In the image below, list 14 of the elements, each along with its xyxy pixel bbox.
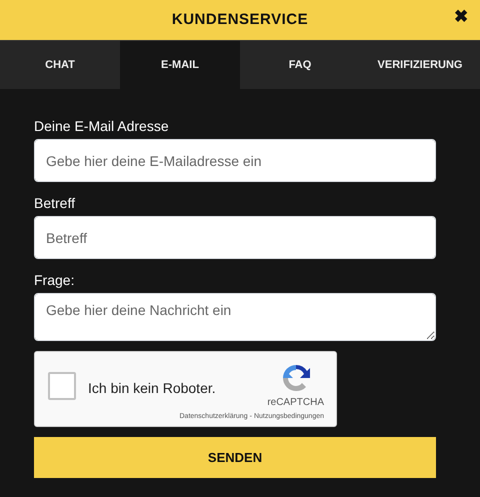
recaptcha-icon [280, 362, 312, 394]
input-field[interactable]: Gebe hier deine E-Mailadresse ein [34, 139, 436, 182]
checkbox[interactable] [48, 372, 76, 400]
captcha-brand: reCAPTCHA [267, 396, 324, 410]
captcha-label: Ich bin kein Roboter. [88, 379, 216, 398]
tab[interactable]: E-MAIL [120, 41, 240, 89]
close-button[interactable]: ✖ [454, 8, 468, 25]
field-label: Betreff [34, 194, 75, 213]
input-field[interactable]: Betreff [34, 216, 436, 259]
message-field[interactable]: Gebe hier deine Nachricht ein [34, 293, 436, 341]
field-label: Deine E-Mail Adresse [34, 117, 169, 136]
window-title: KUNDENSERVICE [172, 10, 308, 30]
submit-button[interactable]: SENDEN [34, 437, 436, 478]
field-label: Frage: [34, 271, 74, 290]
